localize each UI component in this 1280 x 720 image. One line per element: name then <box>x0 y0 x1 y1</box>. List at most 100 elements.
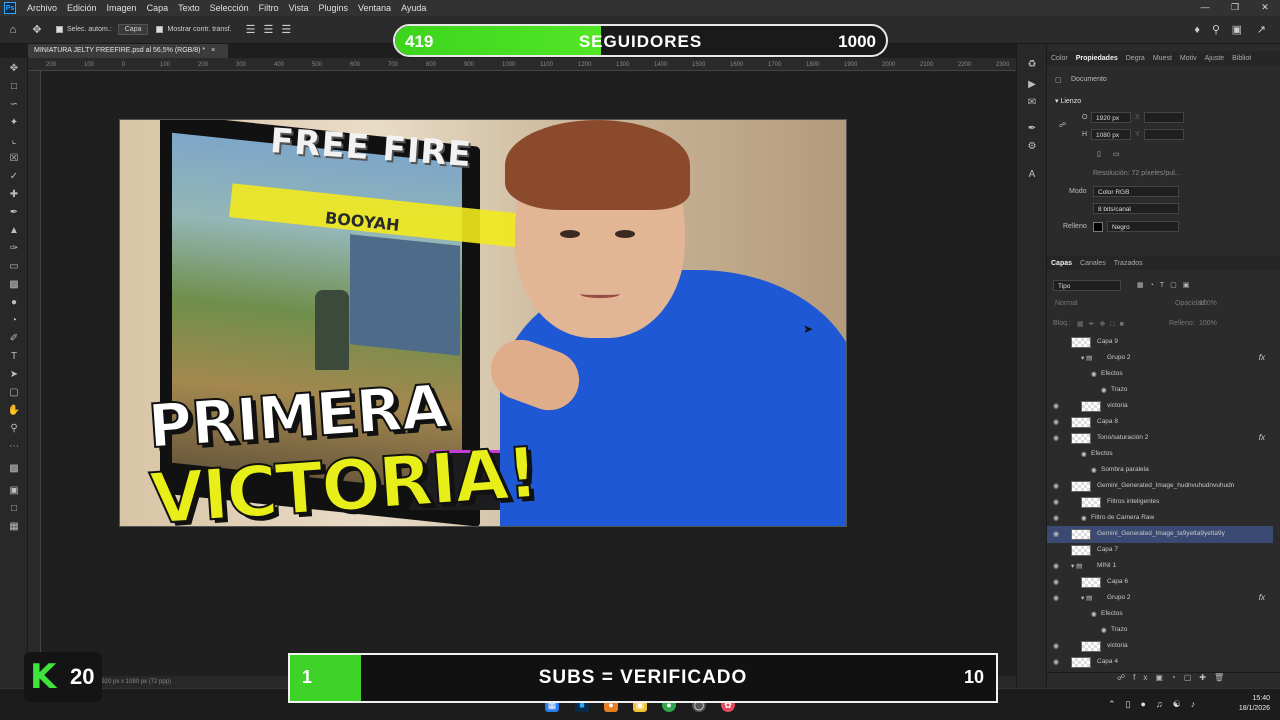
marquee-icon[interactable]: □ <box>4 80 24 94</box>
auto-select-checkbox[interactable] <box>56 26 63 33</box>
x-field[interactable] <box>1144 112 1184 123</box>
layer-thumbnail[interactable] <box>1081 497 1101 508</box>
opacity-value[interactable]: 100% <box>1199 300 1217 307</box>
home-icon[interactable]: ⌂ <box>0 24 26 36</box>
eye-icon[interactable]: ◉ <box>1053 642 1059 650</box>
adjust-icon[interactable]: ⚙ <box>1022 140 1042 154</box>
effect-eye-icon[interactable]: ◉ <box>1101 626 1107 634</box>
layer-row[interactable]: ◉ Tono/saturación 2 fx <box>1047 430 1273 447</box>
layer-row[interactable]: ◉ Efectos <box>1047 606 1273 623</box>
effect-eye-icon[interactable]: ◉ <box>1081 450 1087 458</box>
folder-icon[interactable]: ▾ ▤ <box>1081 594 1092 602</box>
layer-row[interactable]: ◉ Gemini_Generated_Image_hudnvuhudnvuhudn <box>1047 478 1273 495</box>
layer-thumbnail[interactable] <box>1071 529 1091 540</box>
menu-archivo[interactable]: Archivo <box>22 3 62 13</box>
eraser-icon[interactable]: ▭ <box>4 260 24 274</box>
crop-icon[interactable]: ⌞ <box>4 134 24 148</box>
menu-imagen[interactable]: Imagen <box>102 3 142 13</box>
system-tray-icons[interactable]: ⌃▯●♫☯♪ <box>1108 699 1205 710</box>
menu-capa[interactable]: Capa <box>142 3 174 13</box>
layer-thumbnail[interactable] <box>1071 481 1091 492</box>
layer-row[interactable]: ◉ Sombra paralela <box>1047 462 1273 479</box>
menu-filtro[interactable]: Filtro <box>254 3 284 13</box>
layer-row[interactable]: Capa 9 <box>1047 334 1273 351</box>
blur-icon[interactable]: ● <box>4 296 24 310</box>
stamp-icon[interactable]: ▲ <box>4 224 24 238</box>
search-icon[interactable]: ⚲ <box>1212 23 1220 36</box>
align-center-icon[interactable]: ☰ <box>264 23 274 36</box>
layer-row[interactable]: ◉ ◉ Filtro de Camera Raw <box>1047 510 1273 527</box>
portrait-icon[interactable]: ▯ <box>1097 150 1101 158</box>
height-field[interactable]: 1080 px <box>1091 129 1131 140</box>
show-transform-checkbox[interactable] <box>156 26 164 33</box>
gradient-icon[interactable]: ▩ <box>4 278 24 292</box>
effect-eye-icon[interactable]: ◉ <box>1091 610 1097 618</box>
menu-vista[interactable]: Vista <box>284 3 314 13</box>
menu-plugins[interactable]: Plugins <box>314 3 354 13</box>
tab-paths[interactable]: Trazados <box>1110 260 1147 267</box>
folder-icon[interactable]: ▾ ▤ <box>1081 354 1092 362</box>
effect-eye-icon[interactable]: ◉ <box>1101 386 1107 394</box>
tab-libraries[interactable]: Bibliot <box>1228 55 1255 62</box>
link-icon[interactable]: ☍ <box>1059 121 1066 129</box>
eye-icon[interactable]: ◉ <box>1053 530 1059 538</box>
document-tab[interactable]: MINIATURA JELTY FREEFIRE.psd al 56,5% (R… <box>28 44 228 58</box>
eye-icon[interactable]: ◉ <box>1053 658 1059 666</box>
auto-select-dropdown[interactable]: Capa <box>117 24 149 35</box>
brush-settings-icon[interactable]: ✒ <box>1022 122 1042 136</box>
tab-properties[interactable]: Propiedades <box>1072 55 1122 62</box>
workspace-icon[interactable]: ▣ <box>1232 23 1242 36</box>
move-icon[interactable]: ✥ <box>4 62 24 76</box>
tab-channels[interactable]: Canales <box>1076 260 1110 267</box>
layer-row[interactable]: ◉ victoria <box>1047 638 1273 655</box>
align-right-icon[interactable]: ☰ <box>281 23 291 36</box>
blend-mode-dropdown[interactable]: Normal <box>1055 300 1078 307</box>
layer-row[interactable]: ◉ Capa 8 <box>1047 414 1273 431</box>
layer-row[interactable]: Capa 7 <box>1047 542 1273 559</box>
eye-icon[interactable]: ◉ <box>1053 562 1059 570</box>
tab-gradients[interactable]: Degra <box>1122 55 1149 62</box>
align-left-icon[interactable]: ☰ <box>246 23 256 36</box>
tab-color[interactable]: Color <box>1047 55 1072 62</box>
layer-filter-icons[interactable]: ▦◔T▢▣ <box>1137 281 1195 289</box>
glyphs-icon[interactable]: A <box>1022 168 1042 182</box>
layer-thumbnail[interactable] <box>1081 641 1101 652</box>
eye-icon[interactable]: ◉ <box>1053 418 1059 426</box>
fill-opacity-value[interactable]: 100% <box>1199 320 1217 327</box>
hand-icon[interactable]: ✋ <box>4 404 24 418</box>
move-tool-icon[interactable]: ✥ <box>26 23 48 36</box>
path-select-icon[interactable]: ➤ <box>4 368 24 382</box>
eye-icon[interactable]: ◉ <box>1053 498 1059 506</box>
lasso-icon[interactable]: ∽ <box>4 98 24 112</box>
share-icon[interactable]: ↗ <box>1257 23 1266 36</box>
more-tools-icon[interactable]: ⋯ <box>4 440 24 454</box>
tab-adjustments[interactable]: Ajuste <box>1201 55 1228 62</box>
type-icon[interactable]: T <box>4 350 24 364</box>
fx-icon[interactable]: fx <box>1259 593 1265 602</box>
layer-row[interactable]: ▾ ▤ Grupo 2 fx <box>1047 350 1273 367</box>
bell-icon[interactable]: ♦ <box>1194 24 1200 36</box>
width-field[interactable]: 1920 px <box>1091 112 1131 123</box>
close-tab-icon[interactable]: × <box>211 47 215 54</box>
pen-icon[interactable]: ✐ <box>4 332 24 346</box>
brush-icon[interactable]: ✒ <box>4 206 24 220</box>
zoom-icon[interactable]: ⚲ <box>4 422 24 436</box>
comment-icon[interactable]: ✉ <box>1022 96 1042 110</box>
folder-icon[interactable]: ▾ ▤ <box>1071 562 1082 570</box>
layer-thumbnail[interactable] <box>1081 577 1101 588</box>
layer-thumbnail[interactable] <box>1081 401 1101 412</box>
layer-actions-bar[interactable]: ☍fx▣◔▢✚🗑 <box>1047 672 1280 686</box>
history-brush-icon[interactable]: ✑ <box>4 242 24 256</box>
y-field[interactable] <box>1144 129 1184 140</box>
eye-icon[interactable]: ◉ <box>1053 594 1059 602</box>
fx-icon[interactable]: fx <box>1259 433 1265 442</box>
quick-select-icon[interactable]: ✦ <box>4 116 24 130</box>
tab-patterns[interactable]: Motiv <box>1176 55 1201 62</box>
layer-thumbnail[interactable] <box>1071 433 1091 444</box>
layer-row[interactable]: ◉ Efectos <box>1047 446 1273 463</box>
quick-mask-icon[interactable]: ▣ <box>4 484 24 498</box>
layer-thumbnail[interactable] <box>1071 337 1091 348</box>
layer-row[interactable]: ◉ Efectos <box>1047 366 1273 383</box>
tab-swatches[interactable]: Muest <box>1149 55 1176 62</box>
eye-icon[interactable]: ◉ <box>1053 434 1059 442</box>
